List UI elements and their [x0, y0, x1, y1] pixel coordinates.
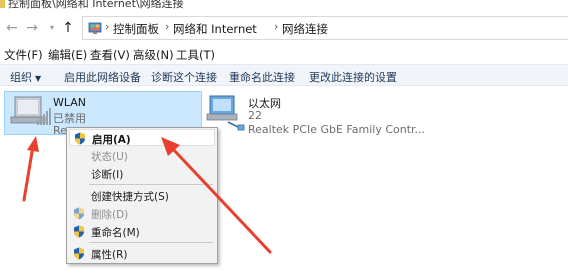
uac-shield-icon: [75, 132, 85, 145]
menu-item-diagnose[interactable]: 诊断(I): [69, 165, 215, 182]
menu-tools[interactable]: 工具(T): [176, 47, 215, 63]
change-settings-button[interactable]: 更改此连接的设置: [309, 69, 397, 85]
menu-file[interactable]: 文件(F): [4, 47, 43, 63]
menu-item-label: 重命名(M): [91, 227, 140, 239]
window-title: 控制面板\网络和 Internet\网络连接: [8, 0, 184, 10]
breadcrumb-network-internet[interactable]: 网络和 Internet: [173, 21, 257, 37]
navigation-bar: ← → ▾ ↑ › 控制面板 › 网络和 Internet › 网络连接: [0, 13, 568, 43]
forward-arrow-icon[interactable]: →: [24, 19, 40, 37]
adapter-ethernet[interactable]: 以太网 22 Realtek PCIe GbE Family Contr...: [204, 91, 425, 136]
breadcrumb-control-panel[interactable]: 控制面板: [113, 21, 159, 37]
address-bar[interactable]: › 控制面板 › 网络和 Internet › 网络连接: [82, 16, 568, 40]
menu-item-label: 状态(U): [91, 151, 128, 163]
enable-device-button[interactable]: 启用此网络设备: [64, 69, 141, 85]
menu-item-delete[interactable]: 删除(D): [69, 205, 215, 222]
menu-bar: 文件(F) 编辑(E) 查看(V) 高级(N) 工具(T): [0, 44, 568, 64]
menu-advanced[interactable]: 高级(N): [133, 47, 174, 63]
breadcrumb-separator: ›: [105, 20, 110, 33]
dropdown-caret-icon: ▼: [35, 74, 42, 83]
menu-item-label: 删除(D): [91, 209, 129, 221]
command-bar: 组织 ▼ 启用此网络设备 诊断这个连接 重命名此连接 更改此连接的设置: [0, 64, 568, 86]
organize-button[interactable]: 组织 ▼: [10, 69, 41, 85]
menu-item-create-shortcut[interactable]: 创建快捷方式(S): [69, 187, 215, 204]
breadcrumb-separator: ›: [274, 20, 279, 33]
menu-edit[interactable]: 编辑(E): [48, 47, 87, 63]
adapter-description: Re: [53, 124, 67, 137]
control-panel-icon: [88, 22, 102, 34]
menu-divider: [89, 242, 213, 243]
menu-item-label: 启用(A): [92, 134, 131, 146]
menu-item-status[interactable]: 状态(U): [69, 147, 215, 164]
uac-shield-icon: [74, 207, 84, 220]
menu-item-label: 属性(R): [91, 249, 128, 261]
wifi-adapter-icon: [10, 96, 51, 125]
menu-divider: [89, 184, 213, 185]
back-arrow-icon[interactable]: ←: [4, 19, 20, 37]
breadcrumb-network-connections[interactable]: 网络连接: [282, 21, 328, 37]
adapter-description: Realtek PCIe GbE Family Contr...: [248, 123, 426, 136]
title-bar: 控制面板\网络和 Internet\网络连接: [0, 0, 568, 11]
diagnose-connection-button[interactable]: 诊断这个连接: [151, 69, 217, 85]
rename-connection-button[interactable]: 重命名此连接: [229, 69, 295, 85]
menu-item-enable[interactable]: 启用(A): [69, 129, 215, 146]
menu-item-label: 诊断(I): [91, 169, 124, 181]
adapter-status: 22: [248, 109, 262, 122]
chevron-down-icon[interactable]: ▾: [44, 19, 60, 37]
breadcrumb-separator: ›: [165, 20, 170, 33]
organize-label: 组织: [10, 71, 32, 84]
uac-shield-icon: [74, 225, 84, 238]
context-menu: 启用(A) 状态(U) 诊断(I) 创建快捷方式(S) 删除(D) 重命名(M): [66, 127, 218, 264]
folder-icon: [0, 0, 5, 8]
menu-view[interactable]: 查看(V): [90, 47, 130, 63]
menu-item-label: 创建快捷方式(S): [91, 191, 169, 203]
uac-shield-icon: [74, 247, 84, 260]
menu-item-properties[interactable]: 属性(R): [69, 245, 215, 262]
up-arrow-icon[interactable]: ↑: [60, 19, 76, 37]
menu-item-rename[interactable]: 重命名(M): [69, 223, 215, 240]
adapter-name: WLAN: [53, 96, 87, 109]
